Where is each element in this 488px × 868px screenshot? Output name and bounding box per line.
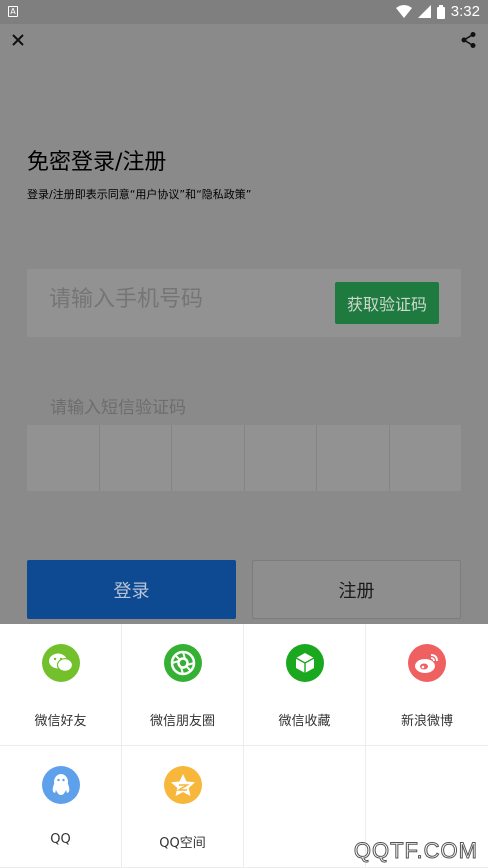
phone-input[interactable] — [49, 287, 319, 312]
get-code-button[interactable]: 获取验证码 — [335, 282, 439, 324]
battery-icon — [436, 4, 445, 19]
status-icons: 3:32 — [395, 3, 480, 20]
share-empty-cell — [244, 746, 366, 868]
status-bar: A 3:32 — [0, 0, 488, 24]
qzone-icon — [163, 766, 202, 804]
sms-code-label: 请输入短信验证码 — [50, 398, 186, 418]
code-digit-cell[interactable] — [244, 425, 317, 491]
app-bar — [0, 24, 488, 58]
share-sheet: 微信好友 微信朋友圈 微信收藏 新浪微博 QQ QQ空间 — [0, 624, 488, 868]
share-label: QQ空间 — [159, 836, 206, 851]
phone-field-container: 获取验证码 — [27, 269, 461, 337]
code-digit-cell[interactable] — [99, 425, 172, 491]
wifi-icon — [395, 4, 412, 18]
code-digit-cell[interactable] — [389, 425, 461, 491]
app-notification-icon: A — [8, 6, 18, 17]
agreement-text: 登录/注册即表示同意“用户协议”和“隐私政策” — [27, 188, 252, 201]
wechat-icon — [41, 644, 80, 682]
favorites-icon — [285, 644, 324, 682]
share-label: QQ — [50, 832, 71, 847]
code-digit-cell[interactable] — [172, 425, 245, 491]
sms-code-input[interactable] — [27, 425, 461, 491]
weibo-icon — [408, 644, 446, 682]
register-button[interactable]: 注册 — [252, 560, 461, 619]
status-time: 3:32 — [450, 3, 480, 20]
watermark: QQTF.COM — [353, 838, 478, 864]
share-label: 微信好友 — [34, 714, 87, 729]
share-label: 微信朋友圈 — [149, 714, 215, 729]
share-wechat-moments[interactable]: 微信朋友圈 — [122, 624, 244, 746]
share-qzone[interactable]: QQ空间 — [122, 746, 244, 868]
close-icon[interactable] — [10, 32, 26, 48]
share-label: 微信收藏 — [278, 714, 331, 729]
login-button[interactable]: 登录 — [27, 560, 236, 619]
login-page: 免密登录/注册 登录/注册即表示同意“用户协议”和“隐私政策” 获取验证码 请输… — [0, 58, 488, 624]
qq-icon — [41, 766, 80, 804]
page-title: 免密登录/注册 — [27, 150, 167, 175]
moments-icon — [163, 644, 202, 682]
share-sina-weibo[interactable]: 新浪微博 — [366, 624, 488, 746]
share-wechat-friend[interactable]: 微信好友 — [0, 624, 122, 746]
share-qq[interactable]: QQ — [0, 746, 122, 868]
code-digit-cell[interactable] — [27, 425, 100, 491]
share-wechat-favorites[interactable]: 微信收藏 — [244, 624, 366, 746]
signal-icon — [417, 5, 431, 18]
share-icon[interactable] — [460, 31, 478, 49]
code-digit-cell[interactable] — [317, 425, 390, 491]
share-label: 新浪微博 — [400, 714, 453, 729]
